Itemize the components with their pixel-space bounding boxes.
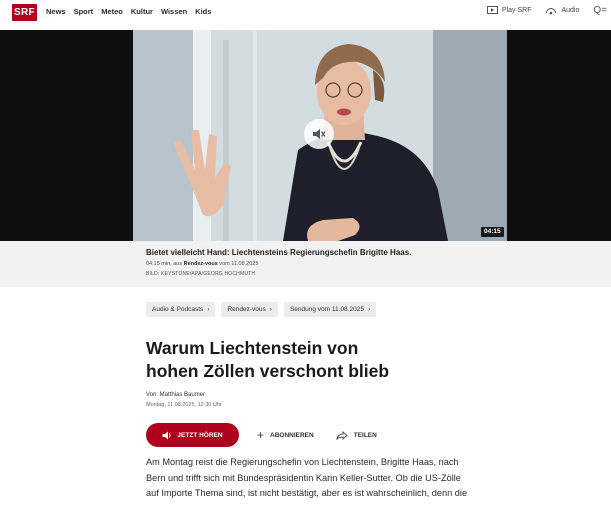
subscribe-button[interactable]: + ABONNIEREN <box>257 428 314 442</box>
plus-icon: + <box>257 428 265 442</box>
play-tv-icon <box>486 6 498 14</box>
article-author: Von: Matthias Baumer <box>146 392 206 398</box>
share-label: TEILEN <box>353 431 377 439</box>
meta-prefix: 04:15 min, aus <box>146 261 184 267</box>
audio-icon <box>546 7 557 14</box>
listen-now-button[interactable]: JETZT HÖREN <box>146 423 239 447</box>
audio-label: Audio <box>561 7 580 14</box>
nav-item-kids[interactable]: Kids <box>195 7 211 16</box>
utility-nav: Play SRF Audio Q= <box>486 5 607 16</box>
breadcrumb-label: Rendez-vous <box>227 306 266 313</box>
mute-button[interactable] <box>304 119 334 149</box>
article-headline: Warum Liechtenstein von hohen Zöllen ver… <box>146 337 466 383</box>
breadcrumb-item-sendung[interactable]: Sendung vom 11.08.2025 › <box>283 302 377 317</box>
nav-item-kultur[interactable]: Kultur <box>131 7 153 16</box>
breadcrumb-label: Audio & Podcasts <box>152 306 204 313</box>
breadcrumb-item-audio-podcasts[interactable]: Audio & Podcasts › <box>146 302 216 317</box>
share-button[interactable]: TEILEN <box>336 430 377 440</box>
article-date: Montag, 11.08.2025, 12:30 Uhr <box>146 402 222 408</box>
search-menu-label: Q= <box>593 5 607 16</box>
play-srf-label: Play SRF <box>501 7 532 14</box>
nav-item-wissen[interactable]: Wissen <box>161 7 187 16</box>
breadcrumb-label: Sendung vom 11.08.2025 <box>289 306 364 313</box>
meta-suffix: vom 11.08.2025 <box>217 261 259 267</box>
share-icon <box>336 430 348 440</box>
speaker-muted-icon <box>313 129 326 139</box>
meta-show-link[interactable]: Rendez-vous <box>184 261 218 267</box>
srf-logo[interactable]: SRF <box>12 4 37 21</box>
article-actions: JETZT HÖREN + ABONNIEREN TEILEN <box>146 423 377 447</box>
speaker-icon <box>162 431 171 439</box>
headline-line-1: Warum Liechtenstein von <box>146 338 359 358</box>
body-line-2: Bern und trifft sich mit Bundespräsident… <box>146 472 461 483</box>
video-caption-meta: 04:15 min, aus Rendez-vous vom 11.08.202… <box>146 261 258 267</box>
play-srf-link[interactable]: Play SRF <box>486 6 532 15</box>
audio-link[interactable]: Audio <box>545 6 579 16</box>
subscribe-label: ABONNIEREN <box>270 431 314 439</box>
headline-line-2: hohen Zöllen verschont blieb <box>146 361 390 381</box>
listen-now-label: JETZT HÖREN <box>177 431 223 439</box>
chevron-right-icon: › <box>367 306 371 313</box>
chevron-right-icon: › <box>269 306 272 313</box>
article-body: Am Montag reist die Regierungschefin von… <box>146 455 506 502</box>
nav-item-meteo[interactable]: Meteo <box>101 7 123 16</box>
chevron-right-icon: › <box>207 306 210 313</box>
breadcrumb-item-rendez-vous[interactable]: Rendez-vous › <box>221 302 278 317</box>
search-menu-button[interactable]: Q= <box>593 5 607 16</box>
main-nav: News Sport Meteo Kultur Wissen Kids <box>46 7 211 16</box>
body-line-3: auf Importe Thema sind, ist nicht bestät… <box>146 488 468 498</box>
image-credit: BILD: KEYSTONE/APA/GEORG HOCHMUTH <box>146 271 256 277</box>
nav-item-news[interactable]: News <box>46 7 66 16</box>
video-duration-badge: 04:15 <box>481 227 504 237</box>
breadcrumb: Audio & Podcasts › Rendez-vous › Sendung… <box>146 302 377 317</box>
nav-item-sport[interactable]: Sport <box>74 7 94 16</box>
video-caption-title: Bietet vielleicht Hand: Liechtensteins R… <box>146 248 412 257</box>
body-line-1: Am Montag reist die Regierungschefin von… <box>146 457 459 467</box>
top-navigation: SRF News Sport Meteo Kultur Wissen Kids … <box>0 0 611 28</box>
